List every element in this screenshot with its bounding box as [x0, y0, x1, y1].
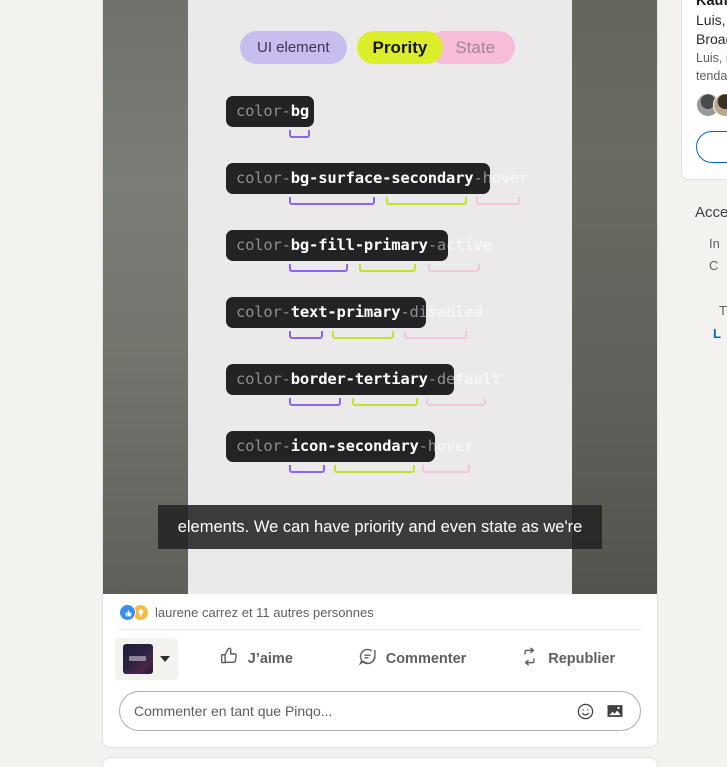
- post-action-bar: J’aime Commenter Republier: [103, 630, 657, 687]
- comment-input[interactable]: [134, 703, 568, 719]
- comment-box[interactable]: [119, 691, 641, 731]
- promo-card-title: Kauf: [696, 0, 727, 9]
- rail-link-item[interactable]: In: [695, 233, 727, 255]
- token-suffix: -default: [427, 370, 454, 388]
- promo-card-sub-2: tenda: [696, 69, 727, 83]
- bracket-yellow: [352, 398, 418, 406]
- video-caption: elements. We can have priority and even …: [158, 505, 602, 549]
- repost-button-label: Republier: [548, 650, 616, 667]
- right-rail: Kauf Luis, Broad Luis, n tenda S Acce In…: [681, 0, 727, 341]
- token-suffix: -hover: [418, 437, 435, 455]
- rail-footer-text: T: [719, 303, 727, 318]
- bracket-pink: [428, 264, 480, 272]
- rail-section-heading: Acce: [695, 204, 727, 221]
- token-chip: color-bg-surface-secondary-hover: [226, 163, 490, 194]
- comment-button-label: Commenter: [385, 650, 467, 667]
- like-reaction-icon: [119, 604, 136, 621]
- token-suffix: -disabled: [400, 303, 426, 321]
- bracket-purple: [289, 264, 348, 272]
- bracket-yellow: [359, 264, 416, 272]
- bracket-yellow: [334, 465, 415, 473]
- promo-card-avatars: [696, 93, 727, 117]
- like-button[interactable]: J’aime: [178, 636, 334, 681]
- promo-card-button[interactable]: S: [696, 131, 727, 163]
- like-button-label: J’aime: [247, 650, 293, 667]
- next-post-card[interactable]: Vincent HAGEN • 1er ••• ✕: [102, 757, 658, 767]
- token-chip: color-icon-secondary-hover: [226, 431, 435, 462]
- token-prefix: color-: [236, 236, 291, 254]
- comment-button[interactable]: Commenter: [334, 636, 490, 681]
- pill-row: UI element Prority State: [240, 31, 516, 64]
- token-chip: color-bg: [226, 96, 314, 127]
- token-row: color-border-tertiary-default color-bord…: [226, 364, 586, 411]
- bracket-pink: [404, 331, 467, 339]
- post-card: UI element Prority State color-bg color-…: [102, 0, 658, 748]
- rail-links-section: Acce In C T L: [681, 204, 727, 341]
- bracket-yellow: [332, 331, 394, 339]
- image-icon[interactable]: [602, 698, 628, 724]
- token-suffix: -hover: [473, 169, 490, 187]
- chevron-down-icon: [160, 655, 170, 662]
- token-list: color-bg color-bg color-bg-surface-secon…: [226, 96, 586, 498]
- token-chip: color-border-tertiary-default: [226, 364, 454, 395]
- promo-card-sub-1: Luis, n: [696, 51, 727, 65]
- social-proof-row[interactable]: laurene carrez et 11 autres personnes: [103, 594, 657, 629]
- rail-link-item[interactable]: C: [695, 255, 727, 277]
- token-prefix: color-: [236, 169, 291, 187]
- promo-card-line-2: Broad: [696, 31, 727, 47]
- token-prefix: color-: [236, 303, 291, 321]
- token-row: color-bg color-bg: [226, 96, 586, 143]
- linkedin-feed-page: UI element Prority State color-bg color-…: [0, 0, 727, 767]
- token-row: color-bg-surface-secondary-hover color-b…: [226, 163, 586, 210]
- thumbs-up-icon: [219, 646, 240, 671]
- avatar: [123, 643, 153, 674]
- token-chip: color-bg-fill-primary-active: [226, 230, 448, 261]
- rail-footer-link[interactable]: L: [695, 326, 727, 341]
- token-prefix: color-: [236, 102, 291, 120]
- bracket-purple: [289, 465, 325, 473]
- bracket-purple: [289, 398, 341, 406]
- pill-priority: Prority: [356, 31, 444, 64]
- token-core: bg-fill-primary: [290, 236, 428, 254]
- token-row: color-bg-fill-primary-active color-bg-fi…: [226, 230, 586, 277]
- bracket-purple: [289, 130, 310, 138]
- repost-button[interactable]: Republier: [489, 636, 645, 681]
- token-row: color-icon-secondary-hover color-icon-se…: [226, 431, 586, 478]
- feed-column: UI element Prority State color-bg color-…: [102, 0, 658, 767]
- promo-card-line-1: Luis,: [696, 12, 726, 28]
- token-suffix: -active: [427, 236, 448, 254]
- social-proof-text: laurene carrez et 11 autres personnes: [155, 605, 374, 620]
- repost-icon: [519, 646, 540, 671]
- token-core: border-tertiary: [290, 370, 428, 388]
- token-prefix: color-: [236, 370, 291, 388]
- bracket-pink: [426, 398, 486, 406]
- comment-area: [103, 687, 657, 747]
- emoji-icon[interactable]: [572, 698, 598, 724]
- post-video-player[interactable]: UI element Prority State color-bg color-…: [103, 0, 657, 594]
- token-core: bg: [290, 102, 310, 120]
- pill-ui-element: UI element: [240, 31, 347, 64]
- token-row: color-text-primary-disabled color-text-p…: [226, 297, 586, 344]
- bracket-pink: [476, 197, 520, 205]
- token-chip: color-text-primary-disabled: [226, 297, 426, 328]
- comment-bubble-icon: [357, 646, 378, 671]
- token-prefix: color-: [236, 437, 291, 455]
- bracket-pink: [422, 465, 470, 473]
- reaction-picker-button[interactable]: [115, 637, 178, 680]
- token-core: icon-secondary: [290, 437, 419, 455]
- bracket-purple: [289, 197, 375, 205]
- promo-card: Kauf Luis, Broad Luis, n tenda S: [681, 0, 727, 180]
- bracket-purple: [289, 331, 323, 339]
- bracket-yellow: [386, 197, 467, 205]
- token-core: bg-surface-secondary: [290, 169, 474, 187]
- token-core: text-primary: [290, 303, 401, 321]
- reaction-icons: [119, 604, 149, 621]
